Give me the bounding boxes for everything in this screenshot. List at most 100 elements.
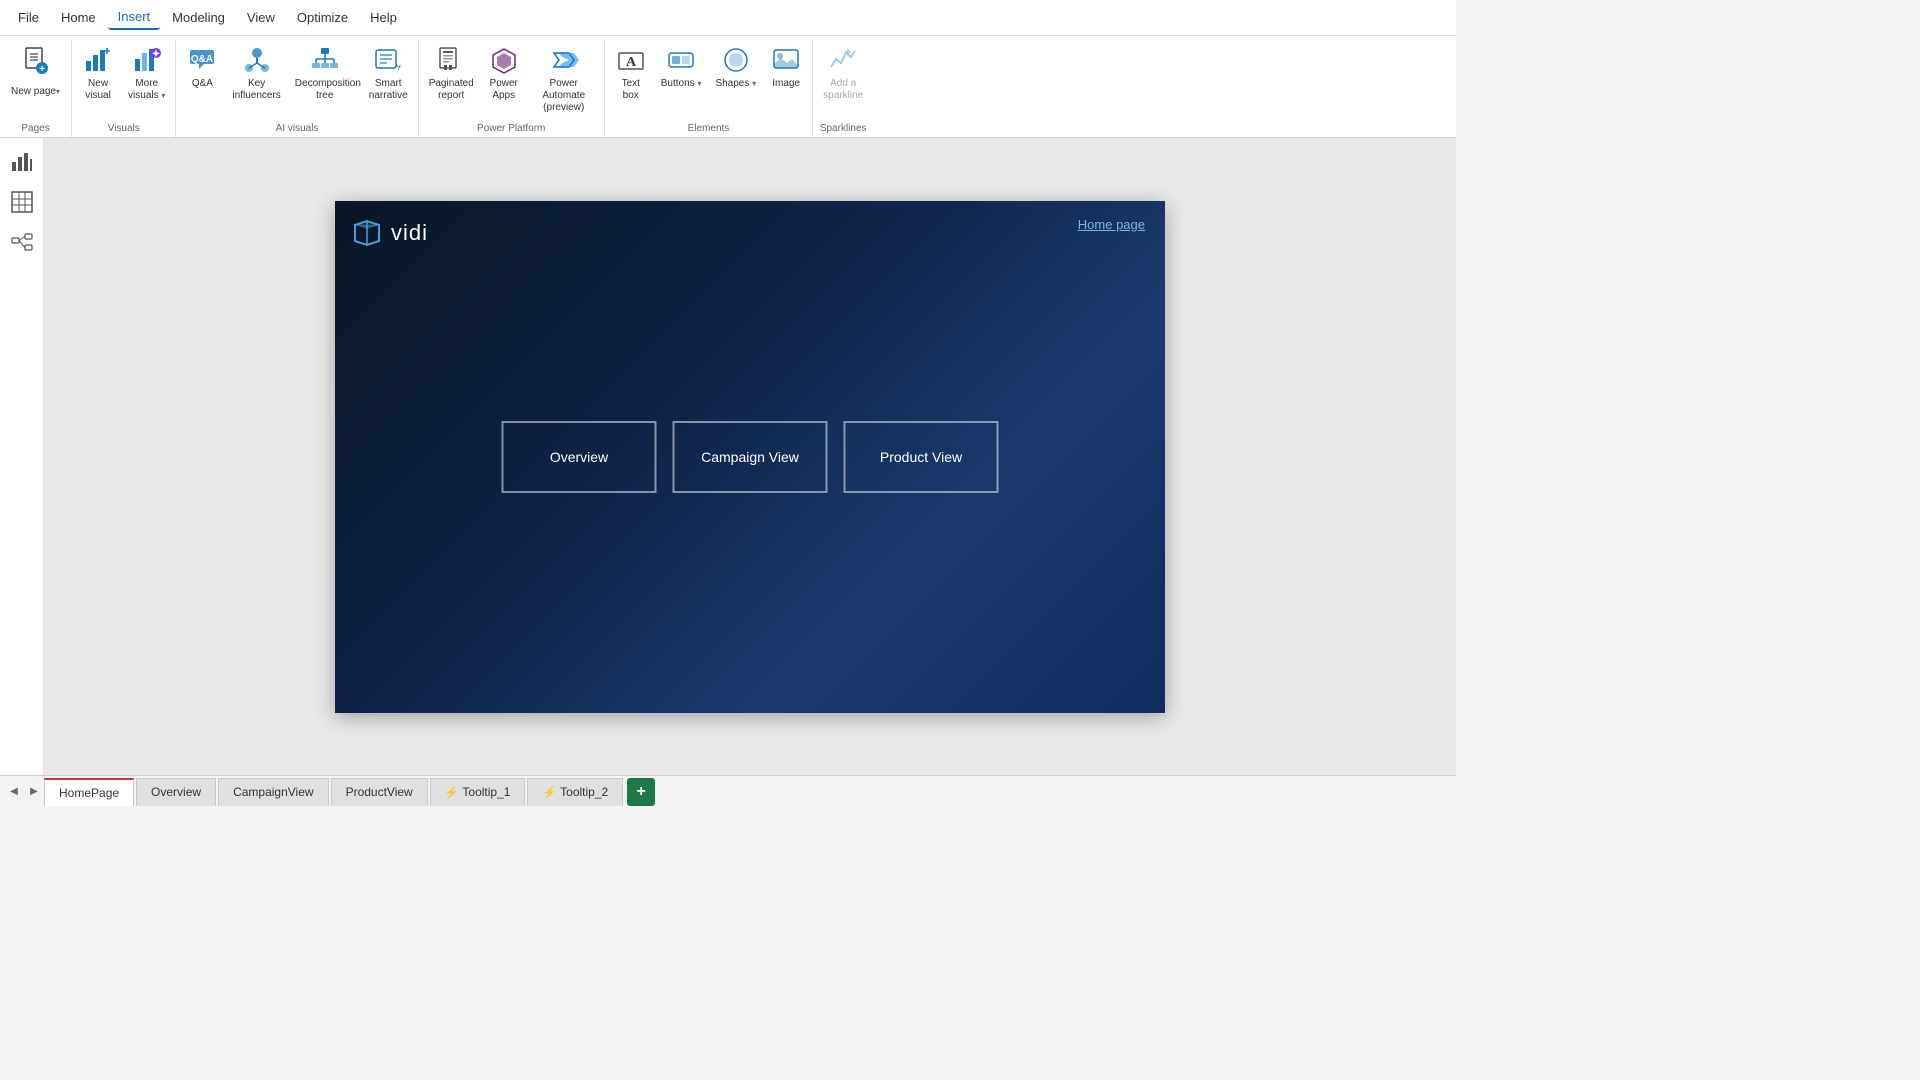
tooltip2-icon: ⚡ <box>542 786 556 799</box>
power-apps-icon <box>488 44 520 76</box>
more-visuals-label: Morevisuals ▾ <box>128 78 165 102</box>
add-tab-button[interactable]: + <box>627 778 655 806</box>
image-button[interactable]: Image <box>764 40 808 94</box>
menu-bar: File Home Insert Modeling View Optimize … <box>0 0 1456 36</box>
qa-button[interactable]: Q&A Q&A <box>180 40 224 94</box>
new-page-label: New page <box>11 86 56 97</box>
smart-narrative-button[interactable]: Smartnarrative <box>363 40 414 106</box>
shapes-icon <box>720 44 752 76</box>
decomposition-tree-icon <box>309 44 341 76</box>
visuals-section-label: Visuals <box>76 120 171 137</box>
decomposition-tree-label: Decompositiontree <box>295 78 355 102</box>
qa-icon: Q&A <box>186 44 218 76</box>
new-visual-icon <box>82 44 114 76</box>
product-view-nav-button[interactable]: Product View <box>844 421 999 493</box>
more-visuals-button[interactable]: ✦ Morevisuals ▾ <box>122 40 171 106</box>
ribbon-section-power-platform: Paginatedreport PowerApps <box>419 40 605 137</box>
smart-narrative-label: Smartnarrative <box>369 78 408 102</box>
ribbon-section-pages: + New page ▾ Pages <box>0 40 72 137</box>
tab-productview[interactable]: ProductView <box>331 778 428 806</box>
paginated-report-label: Paginatedreport <box>429 78 474 102</box>
bottom-bar: ◀ ▶ HomePage Overview CampaignView Produ… <box>0 775 1456 807</box>
tab-scroll-right[interactable]: ▶ <box>24 780 44 804</box>
buttons-label: Buttons ▾ <box>661 78 702 90</box>
ribbon: + New page ▾ Pages <box>0 36 1456 138</box>
tab-tooltip1-label: Tooltip_1 <box>462 785 510 799</box>
menu-optimize[interactable]: Optimize <box>287 6 358 29</box>
shapes-label: Shapes ▾ <box>715 78 756 90</box>
main-area: vidi Home page Overview Campaign View Pr… <box>0 138 1456 775</box>
ribbon-section-sparklines: Add asparkline Sparklines <box>813 40 873 137</box>
tab-overview[interactable]: Overview <box>136 778 216 806</box>
menu-insert[interactable]: Insert <box>108 5 161 30</box>
tab-tooltip1[interactable]: ⚡ Tooltip_1 <box>430 778 526 806</box>
shapes-button[interactable]: Shapes ▾ <box>709 40 762 94</box>
buttons-icon <box>665 44 697 76</box>
power-apps-button[interactable]: PowerApps <box>482 40 526 106</box>
ribbon-section-ai: Q&A Q&A Keyinfluencers <box>176 40 418 137</box>
power-automate-icon <box>548 44 580 76</box>
paginated-report-icon <box>435 44 467 76</box>
svg-text:+: + <box>39 64 45 75</box>
decomposition-tree-button[interactable]: Decompositiontree <box>289 40 361 106</box>
sparklines-section-label: Sparklines <box>817 120 869 137</box>
nav-buttons: Overview Campaign View Product View <box>502 421 999 493</box>
more-visuals-icon: ✦ <box>131 44 163 76</box>
image-label: Image <box>772 78 800 90</box>
new-page-button[interactable]: + New page ▾ <box>4 40 67 102</box>
elements-section-label: Elements <box>609 120 808 137</box>
pages-section-label: Pages <box>4 120 67 137</box>
qa-label: Q&A <box>192 78 213 90</box>
ai-visuals-section-label: AI visuals <box>180 120 413 137</box>
menu-help[interactable]: Help <box>360 6 407 29</box>
buttons-button[interactable]: Buttons ▾ <box>655 40 708 94</box>
power-platform-section-label: Power Platform <box>423 120 600 137</box>
tab-tooltip2-label: Tooltip_2 <box>560 785 608 799</box>
sidebar-table-icon[interactable] <box>6 186 38 218</box>
tab-scroll-left[interactable]: ◀ <box>4 780 24 804</box>
add-sparkline-button[interactable]: Add asparkline <box>817 40 869 106</box>
text-box-icon: A <box>615 44 647 76</box>
image-icon <box>770 44 802 76</box>
add-sparkline-icon <box>827 44 859 76</box>
smart-narrative-icon <box>372 44 404 76</box>
left-sidebar <box>0 138 44 775</box>
power-automate-label: Power Automate(preview) <box>534 78 594 114</box>
ribbon-section-visuals: Newvisual ✦ Morevisuals ▾ Visuals <box>72 40 176 137</box>
canvas-area: vidi Home page Overview Campaign View Pr… <box>44 138 1456 775</box>
key-influencers-button[interactable]: Keyinfluencers <box>226 40 286 106</box>
add-sparkline-label: Add asparkline <box>823 78 863 102</box>
new-page-chevron: ▾ <box>56 87 60 96</box>
menu-view[interactable]: View <box>237 6 285 29</box>
menu-modeling[interactable]: Modeling <box>162 6 235 29</box>
canvas-header: vidi Home page <box>335 201 1165 249</box>
vidi-logo-text: vidi <box>391 220 428 246</box>
campaign-view-nav-button[interactable]: Campaign View <box>673 421 828 493</box>
vidi-logo-icon <box>351 217 383 249</box>
power-apps-label: PowerApps <box>490 78 518 102</box>
tab-tooltip2[interactable]: ⚡ Tooltip_2 <box>527 778 623 806</box>
overview-nav-button[interactable]: Overview <box>502 421 657 493</box>
ribbon-section-elements: A Textbox Buttons ▾ <box>605 40 813 137</box>
new-visual-button[interactable]: Newvisual <box>76 40 120 106</box>
svg-text:Q&A: Q&A <box>191 54 213 65</box>
svg-text:✦: ✦ <box>152 49 160 60</box>
paginated-report-button[interactable]: Paginatedreport <box>423 40 480 106</box>
sidebar-model-icon[interactable] <box>6 226 38 258</box>
report-canvas: vidi Home page Overview Campaign View Pr… <box>335 201 1165 713</box>
key-influencers-icon <box>241 44 273 76</box>
text-box-button[interactable]: A Textbox <box>609 40 653 106</box>
tab-homepage[interactable]: HomePage <box>44 778 134 806</box>
vidi-logo: vidi <box>351 217 428 249</box>
menu-file[interactable]: File <box>8 6 49 29</box>
key-influencers-label: Keyinfluencers <box>232 78 280 102</box>
home-page-link[interactable]: Home page <box>1078 217 1145 232</box>
tooltip1-icon: ⚡ <box>445 786 459 799</box>
power-automate-button[interactable]: Power Automate(preview) <box>528 40 600 118</box>
tab-campaignview[interactable]: CampaignView <box>218 778 329 806</box>
svg-text:A: A <box>626 55 637 70</box>
new-visual-label: Newvisual <box>85 78 111 102</box>
text-box-label: Textbox <box>622 78 640 102</box>
menu-home[interactable]: Home <box>51 6 106 29</box>
sidebar-chart-icon[interactable] <box>6 146 38 178</box>
